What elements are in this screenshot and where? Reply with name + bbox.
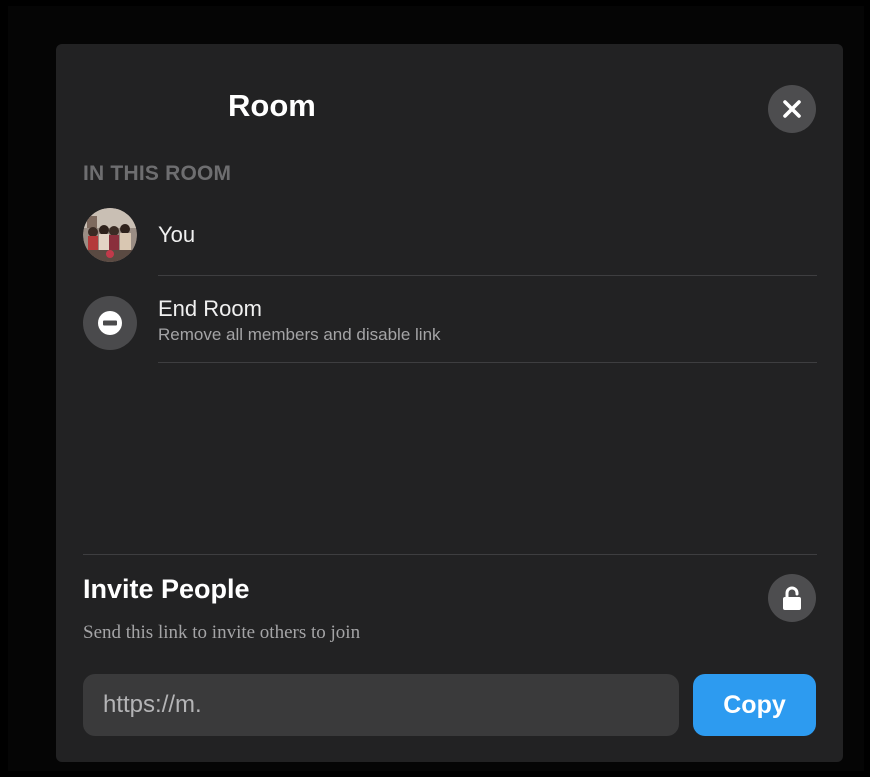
section-divider [83,554,817,555]
lock-button[interactable] [768,574,816,622]
divider [158,362,817,363]
window-frame: Room IN THIS ROOM You End Room Remove al… [8,6,864,771]
close-icon [783,100,801,118]
dialog-title: Room [228,88,316,123]
end-room-subtitle: Remove all members and disable link [158,325,441,344]
member-name-you: You [158,222,196,247]
end-room-title: End Room [158,296,262,321]
section-label-in-this-room: IN THIS ROOM [83,162,232,185]
group-photo-avatar [83,208,137,262]
copy-button[interactable]: Copy [693,674,816,736]
end-room-button[interactable]: End Room Remove all members and disable … [83,292,817,362]
lock-icon [783,586,801,610]
close-button[interactable] [768,85,816,133]
invite-link-field[interactable] [83,674,679,736]
room-dialog: Room IN THIS ROOM You End Room Remove al… [56,44,843,762]
minus-circle-icon [98,311,122,335]
avatar [83,208,137,262]
invite-subtitle: Send this link to invite others to join [83,622,361,643]
divider [158,275,817,276]
invite-title: Invite People [83,574,250,604]
minus-circle-icon-wrap [83,296,137,350]
